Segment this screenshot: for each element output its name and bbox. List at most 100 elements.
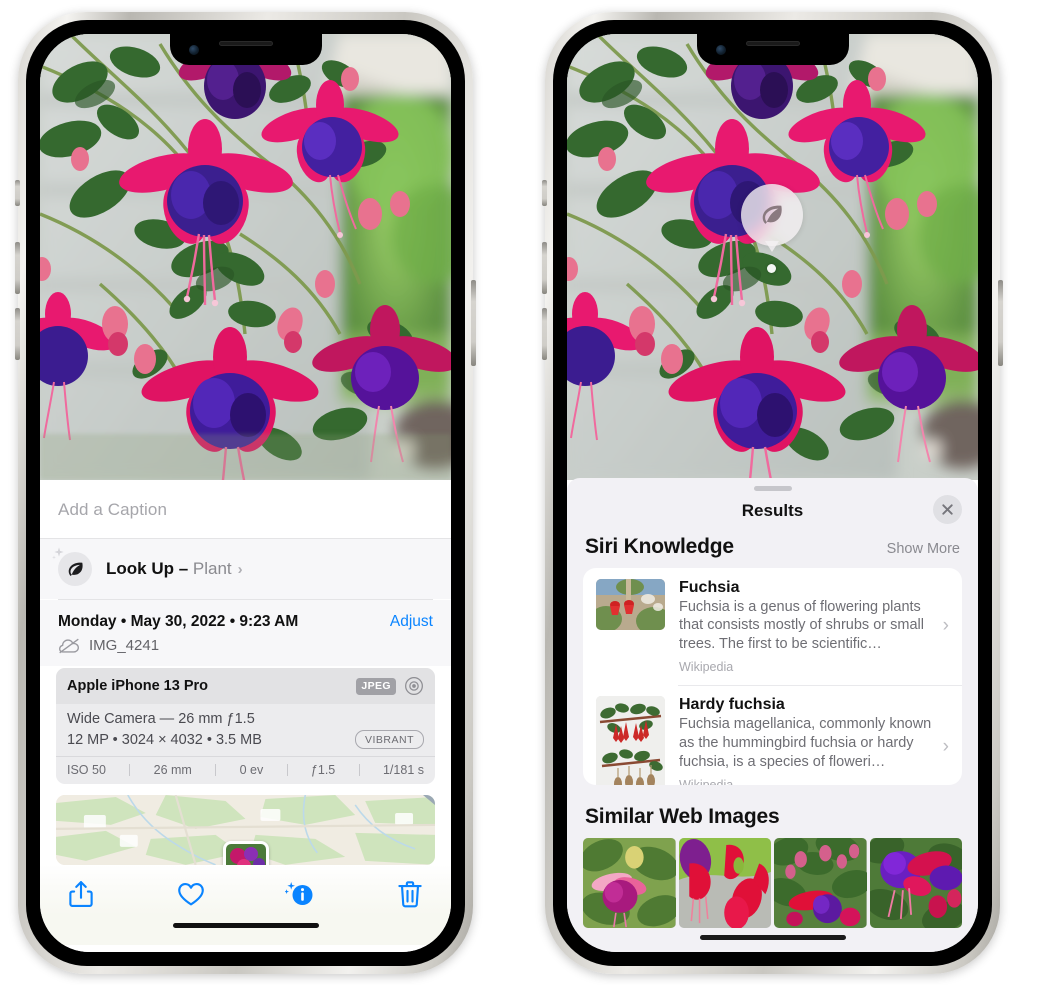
- look-up-prefix: Look Up –: [106, 559, 193, 578]
- photo-fuchsia-right[interactable]: [567, 34, 978, 480]
- section-header-similar-web-images: Similar Web Images: [567, 785, 978, 838]
- result-thumbnail: [596, 578, 665, 630]
- photographic-style-chip: VIBRANT: [354, 730, 424, 749]
- leaf-glyph: [68, 562, 83, 576]
- info-sparkle-icon[interactable]: [285, 879, 315, 909]
- share-icon[interactable]: [66, 879, 96, 909]
- screenshot-stage: Add a Caption Look Up – Plant › Monday •…: [0, 0, 1055, 985]
- siri-knowledge-card: Fuchsia Fuchsia is a genus of flowering …: [583, 567, 962, 785]
- camera-card-body: Wide Camera — 26 mm ƒ1.5 12 MP • 3024 × …: [56, 704, 435, 756]
- exif-iso: ISO 50: [67, 763, 106, 777]
- camera-spec-row: 12 MP • 3024 × 4032 • 3.5 MB VIBRANT: [67, 730, 424, 749]
- mute-switch[interactable]: [15, 180, 20, 206]
- camera-card-header: Apple iPhone 13 Pro JPEG: [56, 668, 435, 704]
- chevron-right-icon: ›: [237, 561, 243, 578]
- list-item[interactable]: Hardy fuchsia Fuchsia magellanica, commo…: [583, 685, 962, 785]
- visual-lookup-badge[interactable]: [741, 184, 803, 246]
- caption-placeholder[interactable]: Add a Caption: [58, 500, 433, 520]
- earpiece-speaker: [218, 41, 273, 46]
- chevron-right-icon: ›: [942, 615, 949, 637]
- earpiece-speaker: [745, 41, 800, 46]
- volume-up-button[interactable]: [15, 242, 20, 294]
- date-row: Monday • May 30, 2022 • 9:23 AM Adjust: [40, 600, 451, 633]
- home-indicator-pill: [172, 923, 319, 928]
- photo-info-panel: Add a Caption Look Up – Plant › Monday •…: [40, 480, 451, 952]
- exif-separator: [358, 764, 360, 776]
- result-source: Wikipedia: [679, 660, 734, 675]
- front-camera-icon: [188, 45, 199, 55]
- photo-filename: IMG_4241: [89, 637, 160, 654]
- show-more-button[interactable]: Show More: [887, 541, 960, 557]
- web-image-tile[interactable]: [583, 837, 676, 928]
- file-format-chip: JPEG: [356, 677, 396, 695]
- section-title: Similar Web Images: [585, 804, 780, 828]
- power-button[interactable]: [998, 280, 1003, 366]
- section-title: Siri Knowledge: [585, 534, 734, 558]
- device-screen-left: Add a Caption Look Up – Plant › Monday •…: [40, 34, 451, 952]
- result-body: Fuchsia Fuchsia is a genus of flowering …: [665, 579, 943, 675]
- web-image-tile[interactable]: [678, 837, 771, 928]
- sheet-header: Results: [567, 491, 978, 535]
- trash-icon[interactable]: [395, 879, 425, 909]
- camera-spec-line: 12 MP • 3024 × 4032 • 3.5 MB: [67, 731, 262, 748]
- exif-separator: [129, 764, 131, 776]
- look-up-label: Look Up – Plant ›: [106, 559, 243, 579]
- device-bezel-left: Add a Caption Look Up – Plant › Monday •…: [26, 20, 465, 966]
- visual-lookup-anchor-dot: [767, 264, 776, 273]
- sparkle-icon: [52, 547, 64, 560]
- section-header-siri-knowledge: Siri Knowledge Show More: [567, 535, 978, 568]
- camera-model: Apple iPhone 13 Pro: [67, 678, 208, 694]
- home-indicator-pill: [699, 934, 846, 940]
- exif-aperture: ƒ1.5: [310, 763, 336, 777]
- camera-lens-line: Wide Camera — 26 mm ƒ1.5: [67, 711, 255, 727]
- map-pin-thumbnail: [225, 844, 266, 865]
- file-row: IMG_4241: [40, 633, 451, 666]
- device-screen-right: Results Siri Knowledge Show More Fuchsia…: [567, 34, 978, 952]
- photo-toolbar: [40, 865, 451, 915]
- iphone-device-left: Add a Caption Look Up – Plant › Monday •…: [15, 12, 476, 974]
- result-title: Hardy fuchsia: [679, 696, 785, 714]
- photo-date: Monday • May 30, 2022 • 9:23 AM: [58, 613, 299, 630]
- device-bezel-right: Results Siri Knowledge Show More Fuchsia…: [553, 20, 992, 966]
- exif-shutter: 1/181 s: [382, 763, 424, 777]
- look-up-subject: Plant: [192, 559, 232, 578]
- camera-info-card[interactable]: Apple iPhone 13 Pro JPEG Wide Camera — 2…: [56, 668, 435, 784]
- results-sheet: Results Siri Knowledge Show More Fuchsia…: [567, 478, 978, 952]
- list-item[interactable]: Fuchsia Fuchsia is a genus of flowering …: [583, 568, 962, 686]
- exif-separator: [286, 764, 288, 776]
- home-indicator-left: [40, 915, 451, 945]
- location-map[interactable]: [56, 795, 435, 865]
- home-indicator-right: [567, 928, 978, 952]
- result-body: Hardy fuchsia Fuchsia magellanica, commo…: [665, 696, 943, 785]
- caption-field-row[interactable]: Add a Caption: [40, 480, 451, 539]
- map-photo-pin[interactable]: [222, 841, 269, 865]
- device-notch-right: [696, 34, 849, 65]
- result-thumbnail: [596, 696, 665, 785]
- iphone-device-right: Results Siri Knowledge Show More Fuchsia…: [542, 12, 1003, 974]
- mute-switch[interactable]: [542, 180, 547, 206]
- device-notch-left: [169, 34, 322, 65]
- sheet-title: Results: [741, 500, 804, 520]
- close-icon[interactable]: [933, 494, 962, 524]
- heart-icon[interactable]: [176, 879, 206, 909]
- look-up-row[interactable]: Look Up – Plant ›: [40, 539, 451, 599]
- volume-down-button[interactable]: [15, 308, 20, 360]
- web-image-tile[interactable]: [869, 837, 962, 928]
- web-image-tile[interactable]: [774, 837, 867, 928]
- front-camera-icon: [715, 45, 726, 55]
- result-description: Fuchsia magellanica, commonly known as t…: [679, 716, 932, 770]
- exif-row: ISO 50 26 mm 0 ev ƒ1.5 1/181 s: [56, 756, 435, 784]
- aperture-icon: [405, 677, 423, 695]
- similar-web-images-strip[interactable]: [567, 837, 978, 928]
- result-description: Fuchsia is a genus of flowering plants t…: [679, 598, 924, 653]
- volume-up-button[interactable]: [542, 242, 547, 294]
- photo-fuchsia-left[interactable]: [40, 34, 451, 480]
- exif-focal: 26 mm: [153, 763, 192, 777]
- camera-header-right: JPEG: [356, 676, 424, 696]
- result-source: Wikipedia: [679, 777, 734, 785]
- power-button[interactable]: [471, 280, 476, 366]
- adjust-button[interactable]: Adjust: [390, 613, 433, 631]
- chevron-right-icon: ›: [942, 735, 949, 757]
- volume-down-button[interactable]: [542, 308, 547, 360]
- exif-separator: [215, 764, 217, 776]
